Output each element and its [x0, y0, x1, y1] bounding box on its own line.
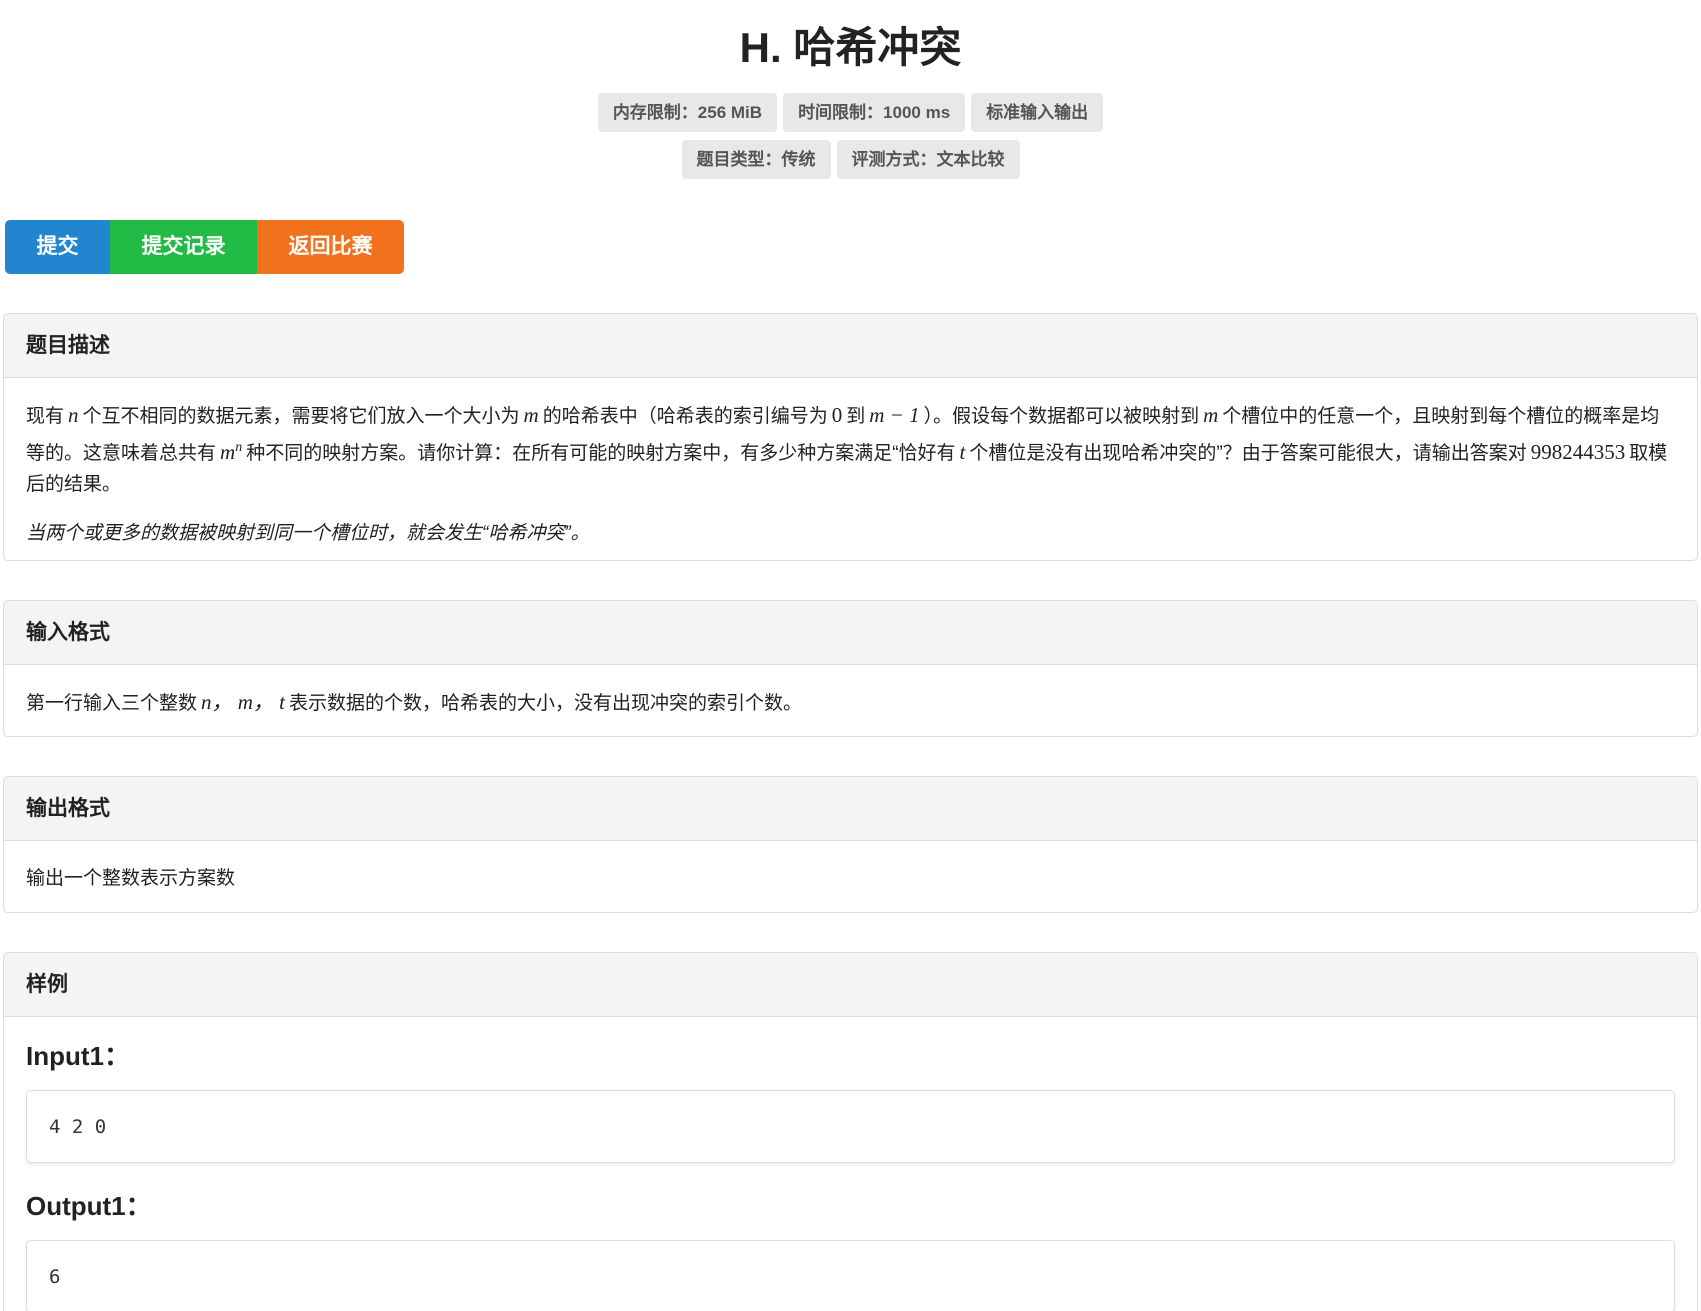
input-format-section: 输入格式 第一行输入三个整数 n， m， t 表示数据的个数，哈希表的大小，没有出现…: [3, 600, 1698, 737]
type-row: 题目类型：传统 评测方式：文本比较: [0, 140, 1701, 179]
sample-output-box[interactable]: 6: [26, 1240, 1675, 1311]
description-heading: 题目描述: [4, 314, 1697, 378]
output-format-body: 输出一个整数表示方案数: [26, 868, 236, 889]
sample-heading: 样例: [4, 953, 1697, 1017]
description-text: 现有 n 个互不相同的数据元素，需要将它们放入一个大小为 m 的哈希表中（哈希表的索引编…: [26, 403, 1668, 495]
sample-section: 样例 Input1： 4 2 0 Output1： 6: [3, 952, 1698, 1311]
input-format-heading: 输入格式: [4, 601, 1697, 665]
back-to-contest-button[interactable]: 返回比赛: [257, 220, 404, 274]
sample-input-label: Input1：: [26, 1041, 130, 1071]
io-badge: 标准输入输出: [971, 93, 1104, 132]
memory-limit-badge: 内存限制：256 MiB: [597, 93, 778, 132]
limits-row: 内存限制：256 MiB 时间限制：1000 ms 标准输入输出: [0, 93, 1701, 132]
output-format-heading: 输出格式: [4, 777, 1697, 841]
page-title: H. 哈希冲突: [739, 24, 962, 71]
problem-type-badge: 题目类型：传统: [681, 140, 831, 179]
description-note: 当两个或更多的数据被映射到同一个槽位时，就会发生“哈希冲突”。: [26, 523, 590, 544]
sample-output-label: Output1：: [26, 1191, 152, 1221]
submission-records-button[interactable]: 提交记录: [110, 220, 257, 274]
sample-body: Input1： 4 2 0 Output1： 6: [4, 1017, 1697, 1311]
time-limit-badge: 时间限制：1000 ms: [783, 93, 966, 132]
description-section: 题目描述 现有 n 个互不相同的数据元素，需要将它们放入一个大小为 m 的哈希表中（哈希…: [3, 313, 1698, 561]
action-buttons: 提交 提交记录 返回比赛: [5, 220, 404, 274]
output-format-section: 输出格式 输出一个整数表示方案数: [3, 776, 1698, 913]
judge-method-badge: 评测方式：文本比较: [836, 140, 1020, 179]
input-format-body: 第一行输入三个整数 n， m， t 表示数据的个数，哈希表的大小，没有出现冲突的索引…: [26, 690, 803, 714]
submit-button[interactable]: 提交: [5, 220, 110, 274]
sample-input-box[interactable]: 4 2 0: [26, 1090, 1675, 1163]
description-body: 现有 n 个互不相同的数据元素，需要将它们放入一个大小为 m 的哈希表中（哈希表的索引编…: [4, 378, 1697, 560]
